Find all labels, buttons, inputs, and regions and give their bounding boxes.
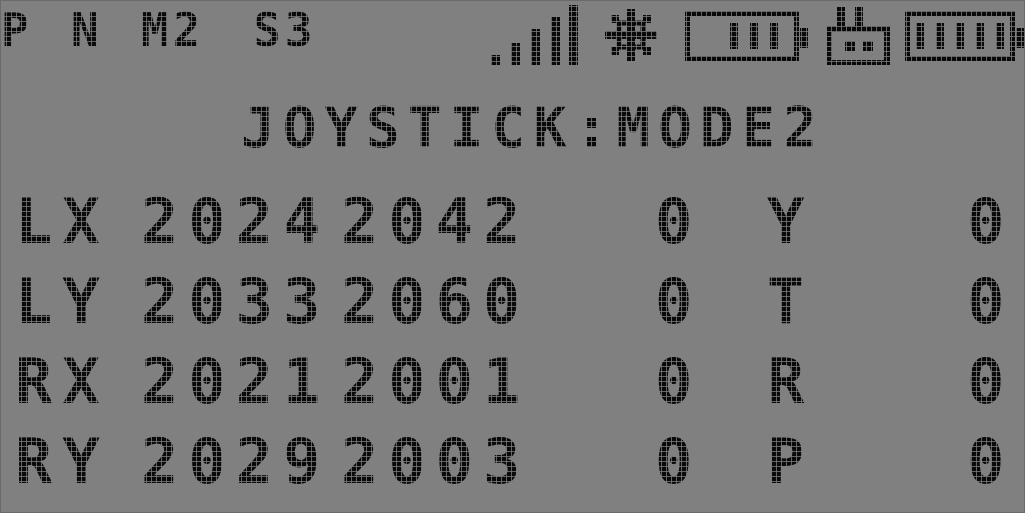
calibrated-value: 2001 <box>341 345 531 418</box>
channel-value: 0 <box>967 345 1015 418</box>
output-value: 0 <box>655 345 703 418</box>
page-title: JOYSTICK:MODE2 <box>241 96 826 161</box>
axis-label: RX <box>15 345 110 418</box>
channel-label: P <box>767 425 815 498</box>
axis-label: LY <box>15 265 110 338</box>
raw-value: 2021 <box>141 345 331 418</box>
calibrated-value: 2003 <box>341 425 531 498</box>
signal-icon <box>491 5 581 65</box>
calibrated-value: 2042 <box>341 185 531 258</box>
joystick-row: LY 2033 2060 0 T 0 <box>1 271 1024 341</box>
channel-value: 0 <box>967 425 1015 498</box>
calibrated-value: 2060 <box>341 265 531 338</box>
channel-label: T <box>767 265 815 338</box>
raw-value: 2024 <box>141 185 331 258</box>
axis-label: LX <box>15 185 110 258</box>
tx-battery-icon <box>677 7 808 63</box>
axis-label: RY <box>15 425 110 498</box>
joystick-row: RY 2029 2003 0 P 0 <box>1 431 1024 501</box>
channel-label: Y <box>767 185 815 258</box>
status-slot: S3 <box>253 3 317 57</box>
raw-value: 2033 <box>141 265 331 338</box>
rx-icon <box>826 5 891 66</box>
channel-value: 0 <box>967 185 1015 258</box>
status-model: M2 <box>141 3 205 57</box>
output-value: 0 <box>655 265 703 338</box>
output-value: 0 <box>655 425 703 498</box>
channel-label: R <box>767 345 815 418</box>
status-n: N <box>71 3 103 57</box>
lcd-screen: P N M2 S3 JOYSTICK:MODE2 LX 2024 2042 0 … <box>0 0 1025 513</box>
output-value: 0 <box>655 185 703 258</box>
status-p: P <box>1 3 33 57</box>
rx-battery-icon <box>901 7 1024 63</box>
raw-value: 2029 <box>141 425 331 498</box>
channel-value: 0 <box>967 265 1015 338</box>
joystick-row: LX 2024 2042 0 Y 0 <box>1 191 1024 261</box>
backlight-icon <box>601 7 661 63</box>
joystick-row: RX 2021 2001 0 R 0 <box>1 351 1024 421</box>
